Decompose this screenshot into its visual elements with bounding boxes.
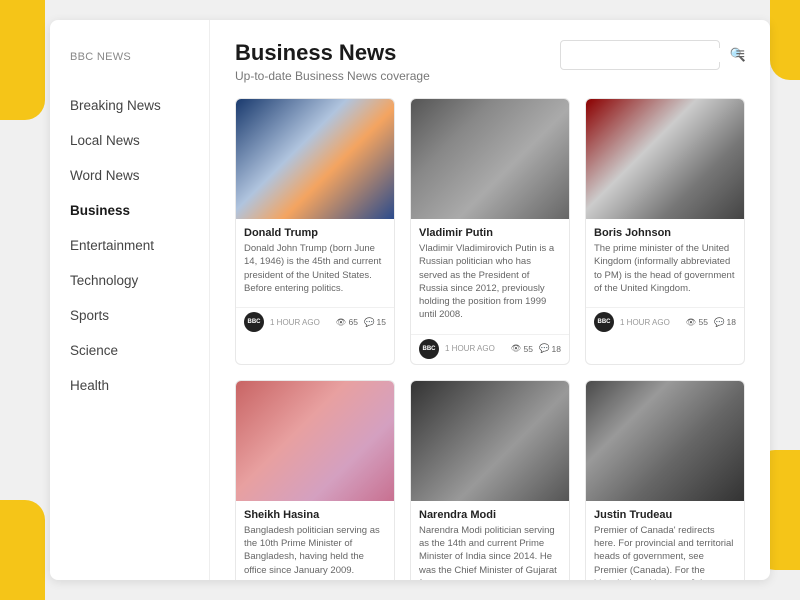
card-stats-trump: 👁 65 💬 15	[336, 317, 386, 328]
eye-icon-trump: 👁	[336, 317, 347, 328]
bbc-badge-boris: BBC	[594, 312, 614, 332]
comment-icon-putin: 💬	[539, 343, 550, 354]
eye-icon-putin: 👁	[511, 343, 522, 354]
card-body-bangladesh: Sheikh Hasina Bangladesh politician serv…	[236, 501, 394, 580]
page-subtitle: Up-to-date Business News coverage	[235, 69, 430, 83]
comments-stat-trump: 💬 15	[364, 317, 386, 328]
card-body-putin: Vladimir Putin Vladimir Vladimirovich Pu…	[411, 219, 569, 334]
sidebar-item-technology[interactable]: Technology	[50, 263, 209, 298]
bbc-badge-trump: BBC	[244, 312, 264, 332]
card-boris[interactable]: Boris Johnson The prime minister of the …	[585, 98, 745, 365]
sidebar-item-breaking-news[interactable]: Breaking News	[50, 88, 209, 123]
card-footer-putin: BBC 1 HOUR AGO 👁 55 💬 18	[411, 334, 569, 364]
card-body-trump: Donald Trump Donald John Trump (born Jun…	[236, 219, 394, 307]
card-image-putin	[411, 99, 569, 219]
card-trudeau[interactable]: Justin Trudeau Premier of Canada' redire…	[585, 380, 745, 580]
search-bar[interactable]: 🔍	[560, 40, 720, 70]
views-stat-putin: 👁 55	[511, 343, 533, 354]
main-container: BBC NEWS Breaking NewsLocal NewsWord New…	[50, 20, 770, 580]
card-name-modi: Narendra Modi	[419, 509, 561, 521]
card-image-bangladesh	[236, 381, 394, 501]
card-name-putin: Vladimir Putin	[419, 227, 561, 239]
card-body-modi: Narendra Modi Narendra Modi politician s…	[411, 501, 569, 580]
card-stats-putin: 👁 55 💬 18	[511, 343, 561, 354]
page-title: Business News	[235, 40, 430, 66]
corner-decoration-top-right	[770, 0, 800, 80]
card-name-boris: Boris Johnson	[594, 227, 736, 239]
comment-icon-trump: 💬	[364, 317, 375, 328]
card-time-boris: 1 HOUR AGO	[620, 318, 680, 327]
card-name-trump: Donald Trump	[244, 227, 386, 239]
card-desc-boris: The prime minister of the United Kingdom…	[594, 242, 736, 295]
comments-count-boris: 18	[727, 317, 736, 327]
header-right: 🔍 ≡	[560, 40, 745, 70]
card-desc-trump: Donald John Trump (born June 14, 1946) i…	[244, 242, 386, 295]
comments-count-putin: 18	[552, 344, 561, 354]
sidebar-item-sports[interactable]: Sports	[50, 298, 209, 333]
card-name-trudeau: Justin Trudeau	[594, 509, 736, 521]
logo-text: BBC NEWS	[70, 51, 189, 63]
sidebar-item-local-news[interactable]: Local News	[50, 123, 209, 158]
card-trump[interactable]: Donald Trump Donald John Trump (born Jun…	[235, 98, 395, 365]
card-image-boris	[586, 99, 744, 219]
card-body-boris: Boris Johnson The prime minister of the …	[586, 219, 744, 307]
search-input[interactable]	[569, 48, 724, 62]
sidebar-item-entertainment[interactable]: Entertainment	[50, 228, 209, 263]
corner-decoration-top-left	[0, 0, 45, 120]
card-body-trudeau: Justin Trudeau Premier of Canada' redire…	[586, 501, 744, 580]
card-image-trudeau	[586, 381, 744, 501]
cards-grid: Donald Trump Donald John Trump (born Jun…	[235, 98, 745, 580]
comments-stat-boris: 💬 18	[714, 317, 736, 328]
main-content: Business News Up-to-date Business News c…	[210, 20, 770, 580]
sidebar: BBC NEWS Breaking NewsLocal NewsWord New…	[50, 20, 210, 580]
card-footer-trump: BBC 1 HOUR AGO 👁 65 💬 15	[236, 307, 394, 337]
menu-icon[interactable]: ≡	[736, 46, 745, 64]
comments-count-trump: 15	[377, 317, 386, 327]
card-desc-trudeau: Premier of Canada' redirects here. For p…	[594, 524, 736, 580]
card-time-putin: 1 HOUR AGO	[445, 344, 505, 353]
card-footer-boris: BBC 1 HOUR AGO 👁 55 💬 18	[586, 307, 744, 337]
nav-items-container: Breaking NewsLocal NewsWord NewsBusiness…	[50, 88, 209, 403]
card-name-bangladesh: Sheikh Hasina	[244, 509, 386, 521]
sidebar-item-word-news[interactable]: Word News	[50, 158, 209, 193]
card-desc-modi: Narendra Modi politician serving as the …	[419, 524, 561, 580]
views-count-trump: 65	[348, 317, 357, 327]
comments-stat-putin: 💬 18	[539, 343, 561, 354]
card-modi[interactable]: Narendra Modi Narendra Modi politician s…	[410, 380, 570, 580]
eye-icon-boris: 👁	[686, 317, 697, 328]
views-stat-trump: 👁 65	[336, 317, 358, 328]
card-stats-boris: 👁 55 💬 18	[686, 317, 736, 328]
sidebar-item-science[interactable]: Science	[50, 333, 209, 368]
content-title-area: Business News Up-to-date Business News c…	[235, 40, 430, 83]
sidebar-item-health[interactable]: Health	[50, 368, 209, 403]
sidebar-item-business[interactable]: Business	[50, 193, 209, 228]
card-image-modi	[411, 381, 569, 501]
sidebar-logo: BBC NEWS	[50, 40, 209, 88]
card-bangladesh[interactable]: Sheikh Hasina Bangladesh politician serv…	[235, 380, 395, 580]
comment-icon-boris: 💬	[714, 317, 725, 328]
card-image-trump	[236, 99, 394, 219]
corner-decoration-bottom-left	[0, 500, 45, 600]
views-count-boris: 55	[698, 317, 707, 327]
card-desc-putin: Vladimir Vladimirovich Putin is a Russia…	[419, 242, 561, 322]
card-time-trump: 1 HOUR AGO	[270, 318, 330, 327]
content-header: Business News Up-to-date Business News c…	[235, 40, 745, 83]
views-stat-boris: 👁 55	[686, 317, 708, 328]
views-count-putin: 55	[523, 344, 532, 354]
card-desc-bangladesh: Bangladesh politician serving as the 10t…	[244, 524, 386, 577]
card-putin[interactable]: Vladimir Putin Vladimir Vladimirovich Pu…	[410, 98, 570, 365]
bbc-badge-putin: BBC	[419, 339, 439, 359]
